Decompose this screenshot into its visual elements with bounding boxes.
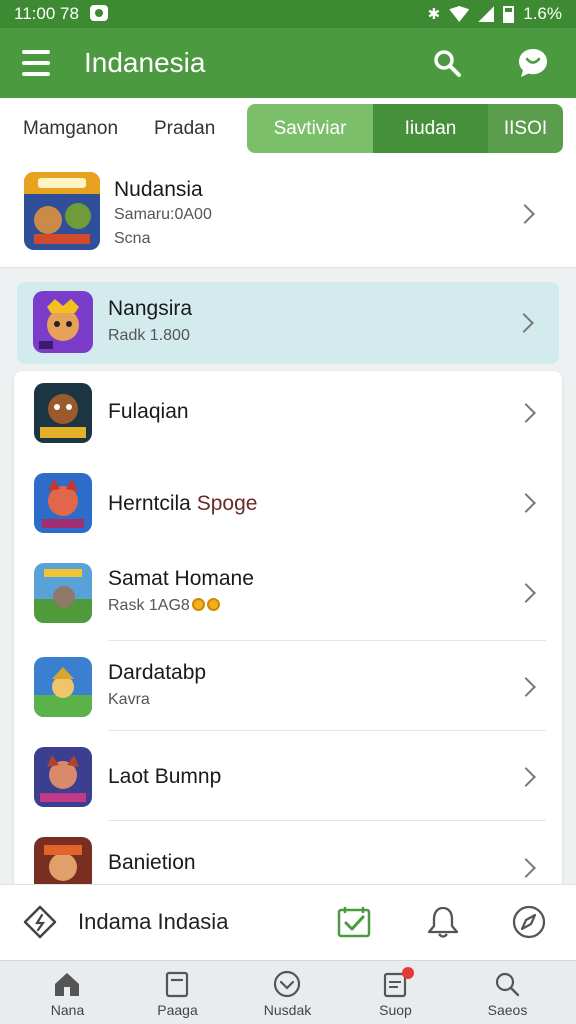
chevron-right-icon — [516, 767, 536, 787]
list-item[interactable]: Laot Bumnp — [14, 731, 562, 821]
nav-nusdak[interactable]: Nusdak — [230, 961, 345, 1024]
nav-label: Suop — [379, 1002, 412, 1018]
game-icon-banietion — [34, 837, 92, 891]
coin-icon — [191, 598, 205, 611]
game-icon-dardatabp — [34, 657, 92, 717]
item-subtitle: Kavra — [108, 691, 150, 708]
battery-level: 1.6% — [523, 4, 562, 23]
chevron-right-icon — [515, 204, 535, 224]
item-subtitle: Samaru:0A00 — [114, 206, 212, 223]
nav-paaga[interactable]: Paaga — [120, 961, 235, 1024]
list-item[interactable]: Samat Homane Rask 1AG8 — [14, 551, 562, 641]
bottom-action-bar: Indama Indasia — [0, 884, 576, 960]
list-item[interactable]: Fulaqian — [14, 371, 562, 461]
notification-badge — [402, 967, 414, 979]
bell-icon[interactable] — [425, 904, 461, 940]
game-icon-fulaqian — [34, 383, 92, 443]
game-icon-nudansia — [24, 172, 100, 250]
search-icon[interactable] — [432, 48, 462, 78]
game-icon-nangsira — [33, 291, 93, 353]
item-title: Laot Bumnp — [108, 765, 222, 788]
app-bar: Indanesia — [0, 28, 576, 98]
chevron-right-icon — [514, 313, 534, 333]
signal-icon — [478, 6, 495, 22]
featured-item[interactable]: Nudansia Samaru:0A00 Scna — [0, 162, 576, 268]
item-title: Fulaqian — [108, 400, 189, 423]
nav-label: Nana — [50, 1002, 85, 1018]
item-title: Dardatabp — [108, 661, 207, 684]
game-icon-laot-bumnp — [34, 747, 92, 807]
tab-savtiviar[interactable]: Savtiviar — [247, 104, 373, 153]
coin-icon — [206, 598, 220, 611]
game-icon-herntcila — [34, 473, 92, 533]
bag-icon — [165, 971, 189, 998]
bottom-navigation: Nana Paaga Nusdak Suop Saeos — [0, 960, 576, 1024]
list-item[interactable]: Dardatabp Kavra — [14, 641, 562, 731]
tab-iisoi[interactable]: IISOI — [488, 104, 563, 153]
status-indicators: ✱ 1.6% — [428, 4, 562, 24]
diamond-nav-icon[interactable] — [22, 904, 58, 940]
nav-label: Paaga — [157, 1002, 198, 1018]
chevron-right-icon — [516, 858, 536, 878]
item-subtitle: Radk 1.800 — [108, 327, 190, 344]
item-subtitle-2: Scna — [114, 230, 151, 247]
highlighted-item[interactable]: Nangsira Radk 1.800 — [17, 282, 559, 364]
list-item[interactable]: Herntcila Spoge — [14, 461, 562, 551]
compass-icon[interactable] — [511, 904, 547, 940]
nav-home[interactable]: Nana — [10, 961, 125, 1024]
home-icon — [55, 973, 79, 996]
item-title: Nangsira — [108, 297, 193, 320]
tab-bar: Mamganon Pradan Savtiviar Iiudan IISOI — [0, 98, 576, 162]
item-title: Nudansia — [114, 178, 203, 201]
status-time: 11:00 78 — [14, 4, 79, 23]
app-title: Indanesia — [84, 47, 206, 78]
wifi-icon — [449, 6, 470, 22]
tab-mamganon[interactable]: Mamganon — [23, 118, 118, 140]
chevron-right-icon — [516, 677, 536, 697]
game-list: Fulaqian Herntcila Spoge Samat Homane Ra… — [14, 371, 562, 891]
item-subtitle: Rask 1AG8 — [108, 597, 220, 615]
tab-pradan[interactable]: Pradan — [154, 118, 215, 140]
tab-iiudan[interactable]: Iiudan — [373, 104, 488, 153]
list-item[interactable]: Banietion — [14, 821, 562, 891]
menu-icon[interactable] — [22, 50, 50, 76]
checkbox-icon[interactable] — [336, 904, 372, 940]
chevron-right-icon — [516, 493, 536, 513]
search-nav-icon — [495, 972, 520, 997]
download-icon — [273, 970, 301, 998]
segmented-control: Savtiviar Iiudan IISOI — [247, 104, 563, 153]
game-icon-samat-homane — [34, 563, 92, 623]
nav-label: Saeos — [487, 1002, 528, 1018]
message-notification-icon — [90, 5, 108, 21]
nav-label: Nusdak — [263, 1002, 312, 1018]
nav-suop[interactable]: Suop — [338, 961, 453, 1024]
action-bar-label: Indama Indasia — [78, 909, 229, 934]
nav-saeos[interactable]: Saeos — [450, 961, 565, 1024]
status-bar: 11:00 78 ✱ 1.6% — [0, 0, 576, 28]
chat-icon[interactable] — [516, 46, 550, 80]
chevron-right-icon — [516, 403, 536, 423]
item-title: Herntcila Spoge — [108, 492, 258, 515]
item-title: Banietion — [108, 851, 196, 874]
chevron-right-icon — [516, 583, 536, 603]
item-title: Samat Homane — [108, 567, 254, 590]
battery-icon — [503, 5, 515, 23]
vibrate-icon: ✱ — [427, 6, 441, 23]
